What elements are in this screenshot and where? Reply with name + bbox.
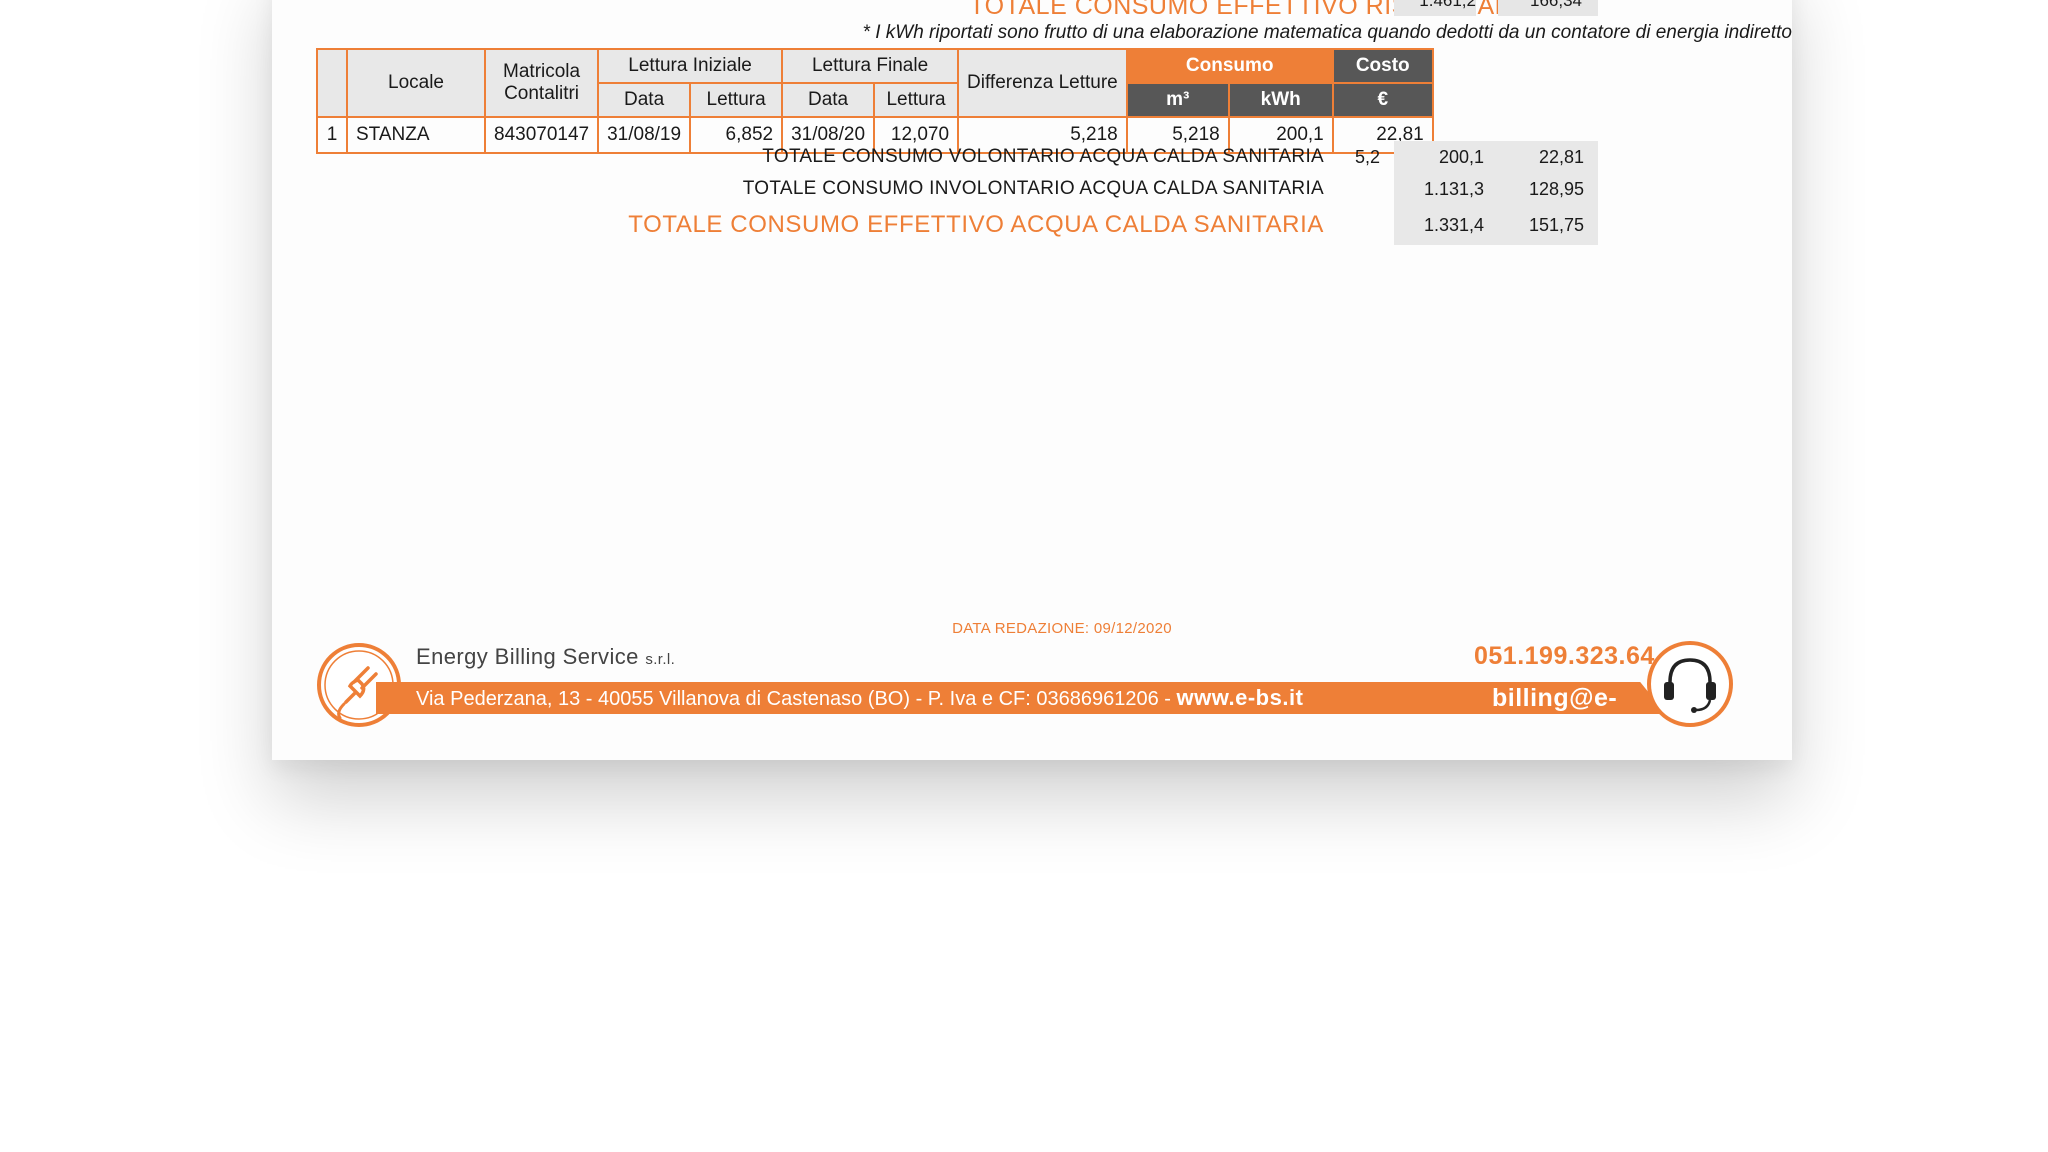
header-number — [316, 48, 348, 118]
date-label: DATA REDAZIONE: 09/12/2020 — [952, 620, 1172, 637]
email-link[interactable]: billing@e-bs.it — [1492, 682, 1666, 714]
address-text: Via Pederzana, 13 - 40055 Villanova di C… — [416, 688, 1177, 710]
total-effettivo-label: TOTALE CONSUMO EFFETTIVO ACQUA CALDA SAN… — [628, 211, 1324, 238]
headset-icon — [1647, 641, 1733, 727]
total-involontario-euro: 128,95 — [1498, 173, 1598, 205]
header-lettura-iniziale: Lettura Iniziale — [597, 48, 784, 84]
header-consumo: Consumo — [1125, 48, 1334, 84]
header-matricola: Matricola Contalitri — [483, 48, 600, 118]
total-volontario-label: TOTALE CONSUMO VOLONTARIO ACQUA CALDA SA… — [762, 146, 1324, 167]
hot-water-table: Locale Matricola Contalitri Lettura Iniz… — [316, 48, 1434, 154]
company-suffix: s.r.l. — [645, 651, 676, 668]
header-data-finale: Data — [781, 82, 876, 118]
footer-bar: Via Pederzana, 13 - 40055 Villanova di C… — [376, 682, 1666, 714]
total-volontario-euro: 22,81 — [1498, 141, 1598, 173]
header-m3: m³ — [1125, 82, 1230, 118]
total-involontario-label: TOTALE CONSUMO INVOLONTARIO ACQUA CALDA … — [742, 178, 1324, 199]
header-lettura-finale-valore: Lettura — [873, 82, 960, 118]
header-data-iniziale: Data — [597, 82, 692, 118]
company-name-text: Energy Billing Service — [416, 644, 639, 669]
company-address: Via Pederzana, 13 - 40055 Villanova di C… — [416, 682, 1303, 714]
header-kwh: kWh — [1227, 82, 1334, 118]
total-involontario-kwh: 1.131,3 — [1394, 173, 1498, 205]
header-lettura-iniziale-valore: Lettura — [689, 82, 784, 118]
previous-total-euro: 166,34 — [1498, 0, 1598, 16]
total-effettivo-kwh: 1.331,4 — [1394, 205, 1498, 245]
phone-number[interactable]: 051.199.323.64 — [1474, 642, 1655, 671]
website-link[interactable]: www.e-bs.it — [1176, 685, 1303, 710]
header-lettura-finale: Lettura Finale — [781, 48, 960, 84]
company-footer: Energy Billing Service s.r.l. 051.199.32… — [316, 636, 1736, 727]
row-number: 1 — [316, 116, 348, 154]
billing-page: TOTALE CONSUMO EFFETTIVO RISCALDAMENTO 1… — [272, 0, 1792, 760]
kwh-footnote: * I kWh riportati sono frutto di una ela… — [862, 22, 1792, 43]
total-volontario-m3: 5,2 — [1354, 147, 1380, 167]
header-costo: Costo — [1331, 48, 1434, 84]
header-locale: Locale — [346, 48, 486, 118]
company-name: Energy Billing Service s.r.l. — [416, 644, 675, 670]
header-differenza: Differenza Letture — [957, 48, 1128, 118]
row-locale: STANZA — [346, 116, 486, 154]
total-effettivo-euro: 151,75 — [1498, 205, 1598, 245]
total-volontario-kwh: 200,1 — [1394, 141, 1498, 173]
previous-total-kwh: 1.461,2 — [1394, 0, 1476, 16]
header-euro: € — [1331, 82, 1434, 118]
